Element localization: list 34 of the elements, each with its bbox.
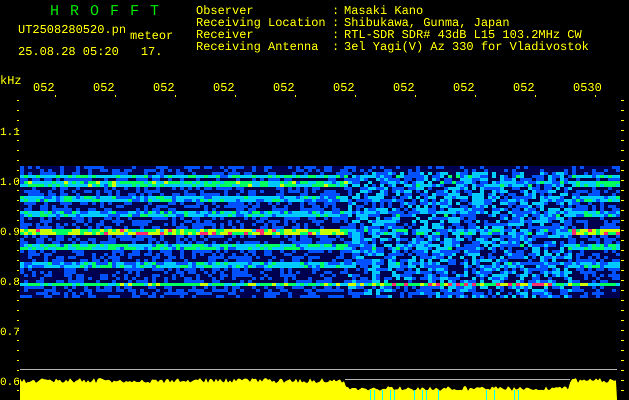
info-value: RTL-SDR SDR# 43dB L15 103.2MHz CW (344, 29, 582, 41)
frequency-label: 0.6 (0, 377, 20, 389)
time-label: 052 (513, 81, 535, 95)
value-label: 17. (140, 46, 162, 58)
info-label: Observer (196, 5, 254, 17)
time-label: 052 (93, 81, 115, 95)
info-colon: : (332, 17, 340, 29)
time-label: 052 (393, 81, 415, 95)
info-colon: : (332, 5, 340, 17)
file-name: UT2508280520.pn (18, 24, 126, 39)
time-label: 052 (213, 81, 235, 95)
info-label: Receiving Location (196, 17, 327, 29)
frequency-label: 1.0 (0, 177, 20, 189)
time-label: 052 (33, 81, 55, 95)
mode-label: meteor (130, 28, 174, 42)
info-colon: : (332, 41, 340, 53)
info-label: Receiver (196, 29, 254, 41)
unit-label: kHz (0, 74, 22, 88)
time-label: 0530 (573, 81, 602, 95)
info-value: Masaki Kano (344, 5, 424, 17)
time-label: 052 (153, 81, 175, 95)
info-label: Receiving Antenna (196, 41, 320, 53)
frequency-label: 0.7 (0, 327, 20, 339)
frequency-label: 0.8 (0, 277, 20, 289)
info-value: 3el Yagi(V) Az 330 for Vladivostok (344, 41, 589, 53)
info-colon: : (332, 29, 340, 41)
frequency-label: 1.1 (0, 127, 20, 139)
date-time: 25.08.28 05:20 (18, 46, 119, 58)
app-logo: H R O F F T (50, 4, 160, 20)
time-label: 052 (273, 81, 295, 95)
time-label: 052 (333, 81, 355, 95)
time-label: 052 (453, 81, 475, 95)
info-value: Shibukawa, Gunma, Japan (344, 17, 511, 29)
frequency-label: 0.9 (0, 227, 20, 239)
